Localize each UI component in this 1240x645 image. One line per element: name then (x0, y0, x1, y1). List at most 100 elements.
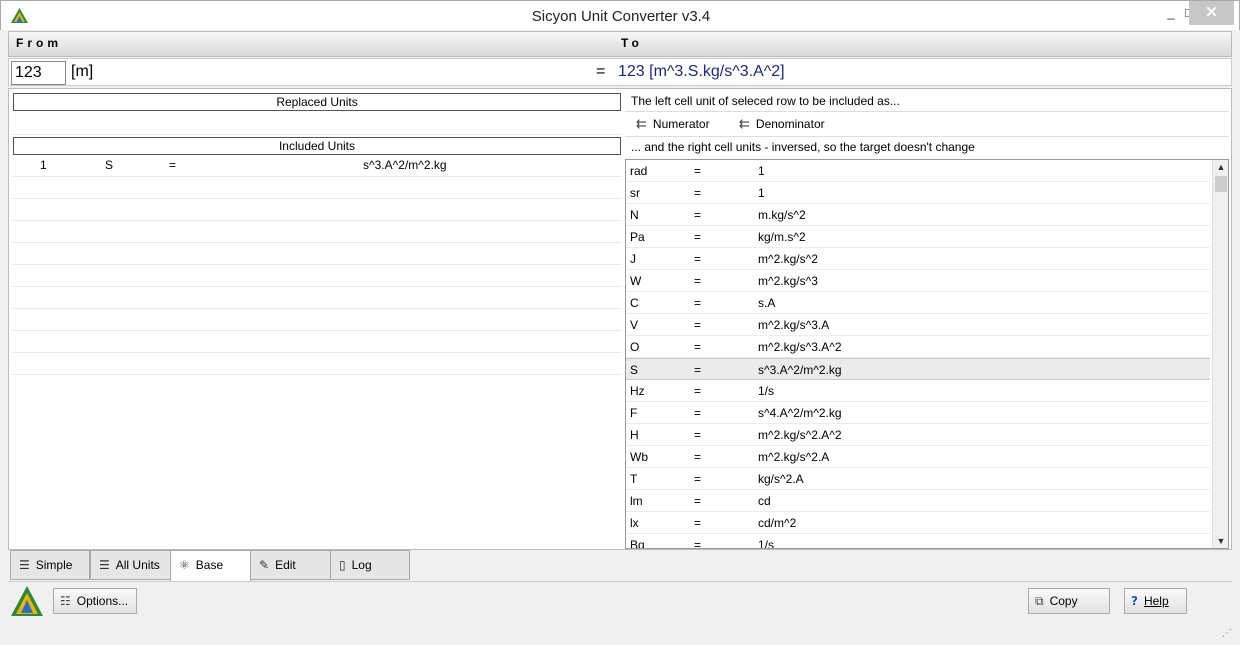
unit-eq: = (694, 450, 702, 464)
table-row[interactable]: Wb = m^2.kg/s^2.A (626, 446, 1210, 468)
help-label: Help (1143, 594, 1169, 608)
table-row[interactable]: lx = cd/m^2 (626, 512, 1210, 534)
unit-value: 1/s (758, 538, 775, 549)
unit-name: Bq (630, 538, 645, 549)
table-row (13, 353, 621, 375)
unit-name: Pa (630, 230, 645, 244)
tab-simple[interactable]: ☰ Simple (10, 550, 90, 580)
table-row (13, 221, 621, 243)
tab-label: Simple (35, 558, 73, 572)
table-row[interactable]: F = s^4.A^2/m^2.kg (626, 402, 1210, 424)
denominator-label: Denominator (755, 117, 825, 131)
scroll-up-icon[interactable]: ▲ (1213, 160, 1228, 174)
unit-eq: = (694, 252, 702, 266)
table-row[interactable]: N = m.kg/s^2 (626, 204, 1210, 226)
tab-log[interactable]: ▯ Log (330, 550, 410, 580)
unit-eq: = (694, 340, 702, 354)
table-row[interactable]: C = s.A (626, 292, 1210, 314)
table-row[interactable]: Pa = kg/m.s^2 (626, 226, 1210, 248)
table-row[interactable]: S = s^3.A^2/m^2.kg (626, 358, 1210, 380)
copy-button[interactable]: ⧉ Copy (1028, 588, 1110, 614)
vertical-scrollbar[interactable]: ▲ ▼ (1212, 160, 1228, 548)
unit-value: kg/m.s^2 (758, 230, 806, 244)
denominator-arrow-icon: ⇇ (739, 117, 750, 132)
tab-label: Base (195, 558, 224, 572)
row-value: s^3.A^2/m^2.kg (363, 158, 447, 172)
divider (625, 136, 1229, 137)
table-row[interactable]: V = m^2.kg/s^3.A (626, 314, 1210, 336)
unit-eq: = (694, 274, 702, 288)
table-row[interactable]: sr = 1 (626, 182, 1210, 204)
options-button[interactable]: ☷ Options... (53, 588, 137, 614)
list-icon: ☰ (19, 558, 30, 572)
unit-value: s^4.A^2/m^2.kg (758, 406, 842, 420)
base-icon: ⚛ (179, 558, 190, 572)
from-unit: [m] (71, 63, 94, 80)
unit-value: m.kg/s^2 (758, 208, 806, 222)
options-label: Options... (76, 594, 129, 608)
unit-value: m^2.kg/s^3.A^2 (758, 340, 842, 354)
unit-eq: = (694, 384, 702, 398)
unit-name: V (630, 318, 639, 332)
close-button[interactable]: ✕ (1189, 1, 1234, 25)
table-row[interactable]: Hz = 1/s (626, 380, 1210, 402)
app-logo-icon (11, 586, 43, 616)
unit-value: m^2.kg/s^2.A^2 (758, 428, 842, 442)
replaced-units-list[interactable] (13, 113, 621, 135)
unit-value: 1/s (758, 384, 775, 398)
unit-value: m^2.kg/s^3.A (758, 318, 830, 332)
table-row[interactable]: lm = cd (626, 490, 1210, 512)
table-row[interactable]: W = m^2.kg/s^3 (626, 270, 1210, 292)
tab-edit[interactable]: ✎ Edit (250, 550, 331, 580)
table-row (13, 199, 621, 221)
tab-all-units[interactable]: ☰ All Units (90, 550, 171, 580)
scroll-down-icon[interactable]: ▼ (1213, 534, 1228, 548)
log-icon: ▯ (339, 558, 346, 572)
unit-eq: = (694, 428, 702, 442)
from-value-input[interactable] (11, 61, 66, 85)
conversion-row: [m] = 123 [m^3.S.kg/s^3.A^2] (8, 58, 1232, 86)
help-button[interactable]: ? Help (1124, 588, 1187, 614)
unit-eq: = (694, 406, 702, 420)
unit-name: H (630, 428, 639, 442)
unit-eq: = (694, 538, 702, 549)
unit-name: O (630, 340, 640, 354)
table-row[interactable]: 1 S = s^3.A^2/m^2.kg (13, 155, 621, 177)
table-row[interactable]: H = m^2.kg/s^2.A^2 (626, 424, 1210, 446)
unit-eq: = (694, 516, 702, 530)
tab-label: Log (351, 558, 372, 572)
unit-value: m^2.kg/s^2.A (758, 450, 830, 464)
unit-eq: = (694, 494, 702, 508)
scroll-thumb[interactable] (1215, 176, 1227, 192)
resize-grip-icon[interactable]: ⋰ (1222, 628, 1232, 639)
unit-name: lx (630, 516, 639, 530)
table-row[interactable]: O = m^2.kg/s^3.A^2 (626, 336, 1210, 358)
included-units-header: Included Units (13, 137, 621, 155)
denominator-button[interactable]: ⇇ Denominator (739, 117, 825, 135)
unit-value: m^2.kg/s^3 (758, 274, 818, 288)
table-row[interactable]: T = kg/s^2.A (626, 468, 1210, 490)
table-row (13, 265, 621, 287)
unit-name: lm (630, 494, 643, 508)
tab-base[interactable]: ⚛ Base (170, 550, 251, 582)
unit-value: m^2.kg/s^2 (758, 252, 818, 266)
unit-value: 1 (758, 164, 765, 178)
included-units-list: 1 S = s^3.A^2/m^2.kg (13, 155, 621, 375)
numerator-button[interactable]: ⇇ Numerator (636, 117, 710, 135)
table-row[interactable]: rad = 1 (626, 160, 1210, 182)
table-row[interactable]: J = m^2.kg/s^2 (626, 248, 1210, 270)
unit-name: sr (630, 186, 640, 200)
numerator-arrow-icon: ⇇ (636, 117, 647, 132)
table-row[interactable]: Bq = 1/s (626, 534, 1210, 549)
unit-eq: = (694, 472, 702, 486)
unit-value: cd (758, 494, 771, 508)
unit-name: J (630, 252, 636, 266)
bottom-toolbar: ☷ Options... ⧉ Copy ? Help (8, 581, 1232, 621)
equals-sign: = (596, 63, 606, 80)
unit-eq: = (694, 230, 702, 244)
conversion-result: 123 [m^3.S.kg/s^3.A^2] (618, 63, 785, 80)
base-units-grid[interactable]: rad = 1 sr = 1 N = m.kg/s^2 Pa = kg/m.s^2 J = m^2.kg/s… (625, 159, 1229, 549)
unit-name: F (630, 406, 638, 420)
tab-label: Edit (275, 558, 296, 572)
unit-eq: = (694, 296, 702, 310)
